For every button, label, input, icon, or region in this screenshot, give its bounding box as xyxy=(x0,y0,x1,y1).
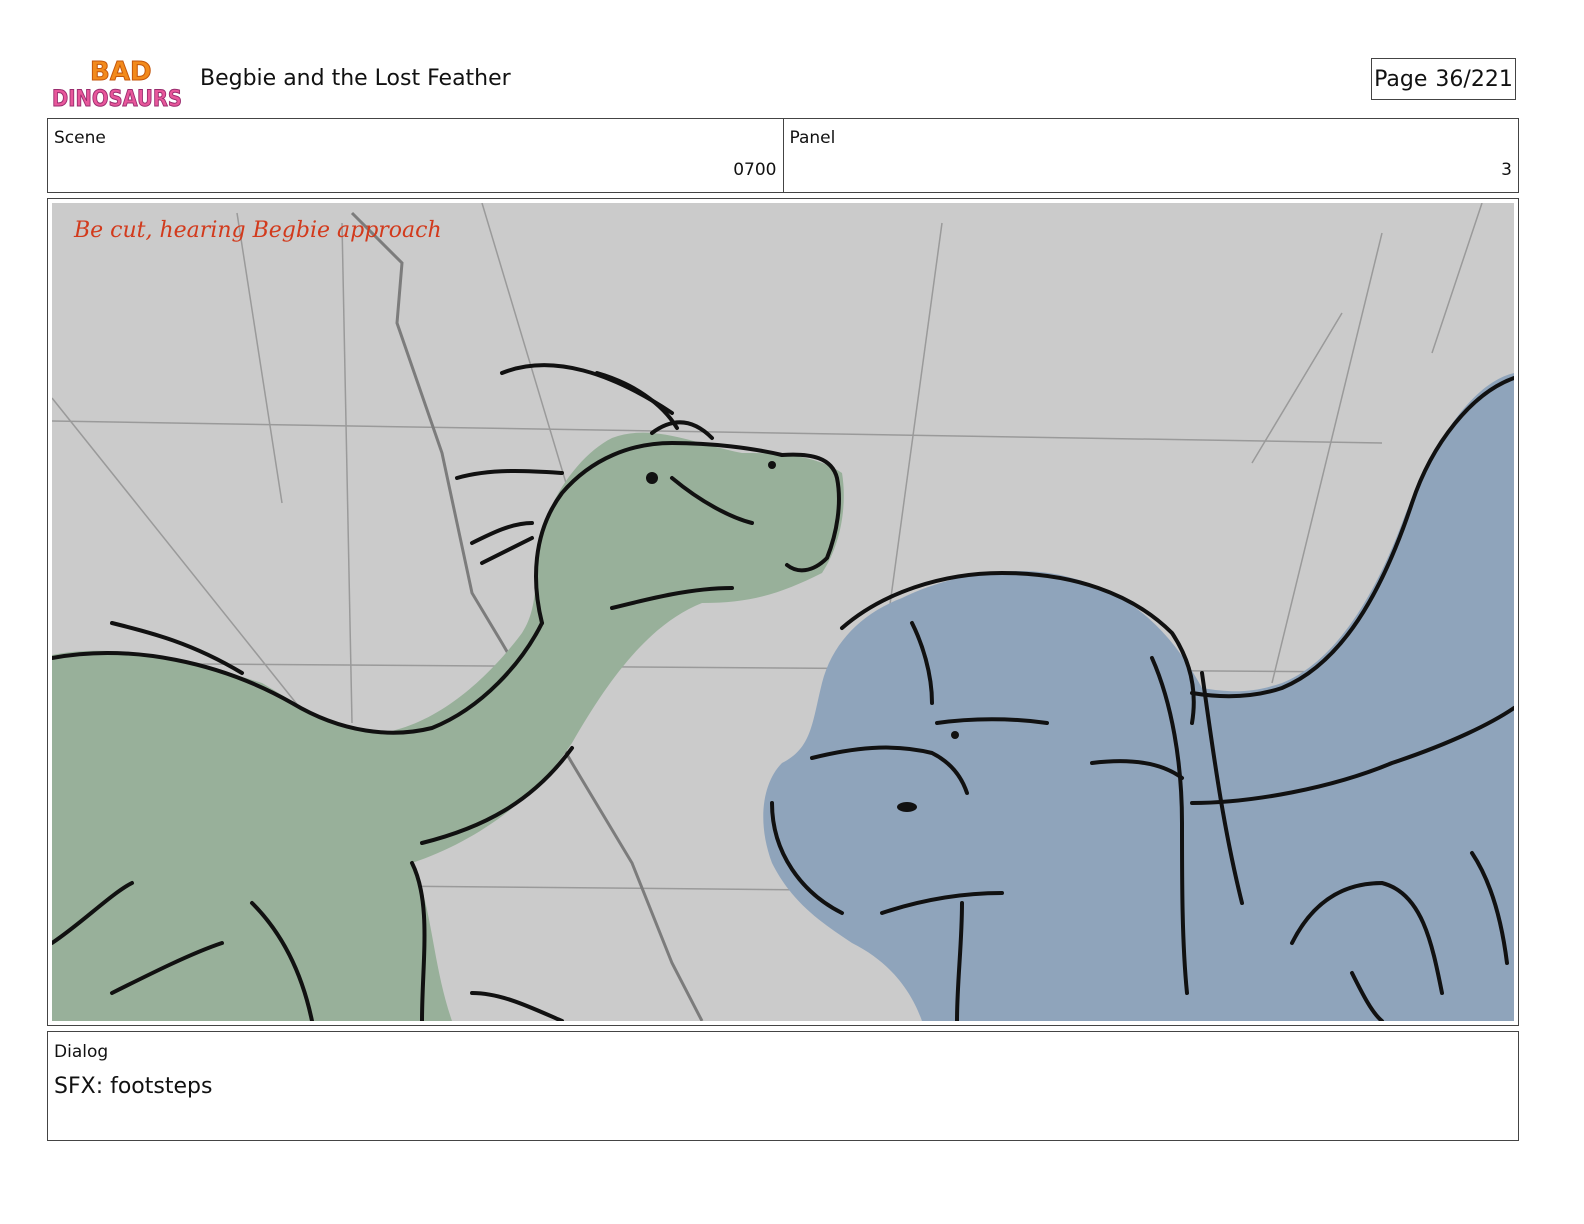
logo-text-dinosaurs: DINOSAURS xyxy=(52,87,182,112)
dialog-text: SFX: footsteps xyxy=(54,1074,213,1099)
panel-number: 3 xyxy=(1501,160,1512,180)
storyboard-panel: Be cut, hearing Begbie approach xyxy=(47,198,1519,1026)
panel-label: Panel xyxy=(789,128,836,148)
scene-cell: Scene 0700 xyxy=(48,119,783,192)
page-indicator: Page 36/221 xyxy=(1371,58,1516,100)
page-number: 36/221 xyxy=(1435,66,1513,92)
blue-dinosaur xyxy=(763,373,1514,1021)
dialog-label: Dialog xyxy=(54,1042,109,1062)
handwritten-note: Be cut, hearing Begbie approach xyxy=(73,218,442,243)
document-title: Begbie and the Lost Feather xyxy=(200,66,511,91)
panel-cell: Panel 3 xyxy=(782,119,1519,192)
dialog-box: Dialog SFX: footsteps xyxy=(47,1031,1519,1141)
scene-label: Scene xyxy=(54,128,106,148)
logo-text-bad: BAD xyxy=(90,57,152,87)
page-label: Page xyxy=(1374,66,1428,92)
bad-dinosaurs-logo: BAD DINOSAURS xyxy=(52,54,184,113)
panel-sketch: Be cut, hearing Begbie approach xyxy=(52,203,1514,1021)
scene-number: 0700 xyxy=(733,160,777,180)
sketch-illustration: Be cut, hearing Begbie approach xyxy=(52,203,1514,1021)
green-dinosaur xyxy=(52,363,844,1021)
scene-panel-row: Scene 0700 Panel 3 xyxy=(47,118,1519,193)
